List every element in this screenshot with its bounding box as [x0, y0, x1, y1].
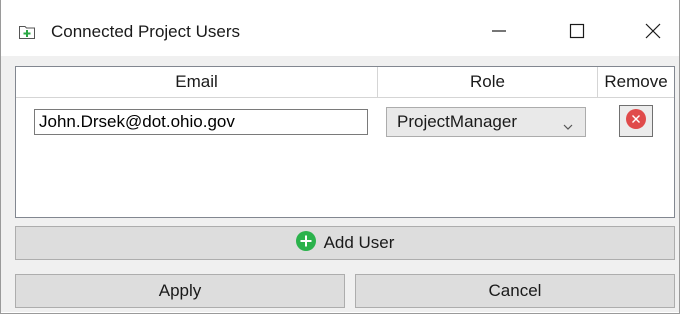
role-selected-value: ProjectManager [397, 112, 518, 131]
grid-header: Email Role Remove [16, 67, 674, 98]
remove-user-button[interactable] [619, 105, 653, 137]
chevron-down-icon [563, 118, 573, 130]
close-button[interactable] [623, 10, 680, 56]
email-field[interactable]: John.Drsek@dot.ohio.gov [34, 109, 368, 135]
dialog-content: Email Role Remove John.Drsek@dot.ohio.go… [1, 56, 679, 312]
add-user-button[interactable]: Add User [15, 226, 675, 260]
role-dropdown[interactable]: ProjectManager [386, 107, 586, 137]
cancel-button[interactable]: Cancel [355, 274, 675, 308]
apply-button[interactable]: Apply [15, 274, 345, 308]
column-header-remove[interactable]: Remove [598, 67, 674, 97]
close-icon [645, 23, 661, 44]
minimize-icon [491, 23, 507, 44]
remove-circle-icon [625, 108, 647, 135]
minimize-button[interactable] [469, 10, 529, 56]
maximize-button[interactable] [547, 10, 607, 56]
add-circle-icon [295, 230, 316, 256]
column-header-email[interactable]: Email [16, 67, 378, 97]
connected-project-users-window: Connected Project Users Email Role Remov… [0, 0, 680, 314]
add-folder-icon [19, 25, 35, 39]
window-title: Connected Project Users [51, 22, 240, 41]
column-header-role[interactable]: Role [378, 67, 598, 97]
add-user-label: Add User [323, 233, 395, 252]
users-grid: Email Role Remove John.Drsek@dot.ohio.go… [15, 66, 675, 218]
maximize-icon [569, 23, 585, 44]
title-bar[interactable]: Connected Project Users [1, 10, 679, 56]
